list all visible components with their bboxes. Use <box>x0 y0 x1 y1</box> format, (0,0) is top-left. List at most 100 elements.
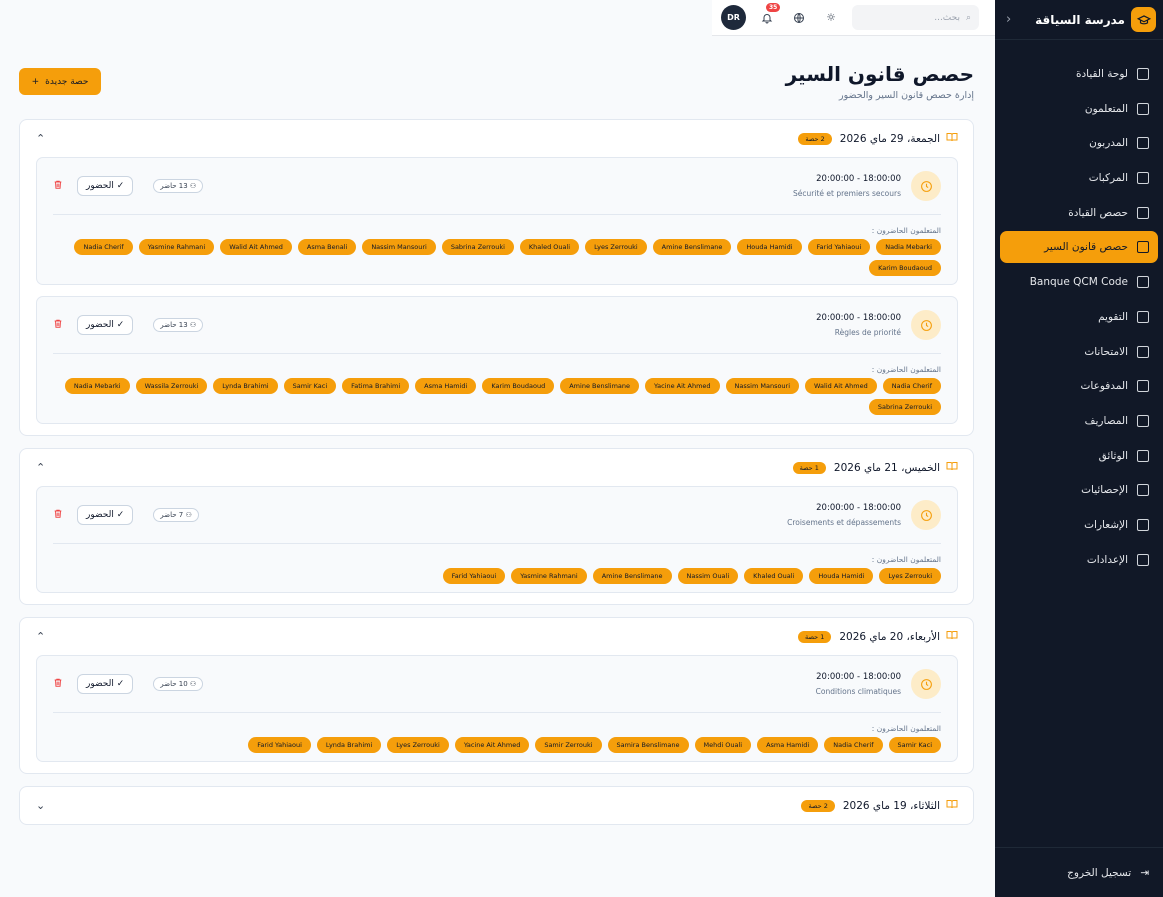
attendance-button[interactable]: ✓ الحضور <box>77 315 134 335</box>
session-topic: Croisements et dépassements <box>787 518 901 527</box>
trash-icon[interactable] <box>53 318 63 332</box>
learner-chip: Nadia Cherif <box>824 737 883 753</box>
learner-chip: Nassim Mansouri <box>362 239 436 255</box>
learner-chip: Walid Ait Ahmed <box>220 239 292 255</box>
learner-chip: Yasmine Rahmani <box>138 239 215 255</box>
present-learners-label: المتعلمون الحاضرون : <box>871 365 941 374</box>
sidebar-item[interactable]: المتعلمون <box>1000 93 1158 125</box>
session-time: 18:00:00 - 20:00:00 <box>816 672 901 682</box>
sidebar-item[interactable]: حصص القيادة <box>1000 197 1158 229</box>
learner-chip: Karim Boudaoud <box>482 378 555 394</box>
attendance-button[interactable]: ✓ الحضور <box>77 505 134 525</box>
car-icon <box>1137 172 1149 185</box>
sidebar-item-label: الإشعارات <box>1084 518 1128 531</box>
day-group-body: 18:00:00 - 20:00:00 Sécurité et premiers … <box>20 157 973 435</box>
learner-chip: Lyes Zerrouki <box>387 737 449 753</box>
session-card: 18:00:00 - 20:00:00 Conditions climatique… <box>36 655 958 762</box>
sidebar-header: مدرسة السياقة ‹ <box>995 0 1163 40</box>
learner-chip: Samir Kaci <box>888 737 941 753</box>
sidebar-item[interactable]: لوحة القيادة <box>1000 58 1158 90</box>
day-group-header[interactable]: الأربعاء، 20 ماي 2026 1 حصة ⌃ <box>20 618 973 655</box>
user-avatar[interactable]: DR <box>721 5 746 30</box>
book-open-icon <box>946 131 958 146</box>
attendance-button[interactable]: ✓ الحضور <box>77 674 134 694</box>
sidebar-item[interactable]: حصص قانون السير <box>1000 231 1158 264</box>
sidebar-item[interactable]: المدربون <box>1000 127 1158 159</box>
session-header: 18:00:00 - 20:00:00 Règles de priorité ⚇ 1… <box>53 297 941 354</box>
chevron-up-icon[interactable]: ⌃ <box>36 132 45 145</box>
notifications-bell-icon[interactable]: 35 <box>756 2 781 29</box>
learner-chip: Nassim Ouali <box>677 568 739 584</box>
sidebar-nav: لوحة القيادة المتعلمون المدربون المركبات حصص… <box>995 40 1163 576</box>
session-topic: Sécurité et premiers secours <box>793 189 901 198</box>
day-group-header[interactable]: الجمعة، 29 ماي 2026 2 حصة ⌃ <box>20 120 973 157</box>
collapse-sidebar-chevron-icon[interactable]: ‹ <box>1002 12 1015 27</box>
file-edit-icon <box>1137 449 1149 462</box>
clipboard-check-icon <box>1137 345 1149 358</box>
book-open-icon <box>946 629 958 644</box>
day-title: الخميس، 21 ماي 2026 <box>833 461 940 474</box>
book-open-icon <box>946 460 958 475</box>
sidebar-item[interactable]: الإعدادات <box>1000 544 1158 576</box>
day-group-body: 18:00:00 - 20:00:00 Conditions climatique… <box>20 655 973 773</box>
chevron-up-icon[interactable]: ⌃ <box>36 461 45 474</box>
learner-chip: Yacine Ait Ahmed <box>645 378 720 394</box>
session-time: 18:00:00 - 20:00:00 <box>816 503 901 513</box>
learner-chip: Nadia Cherif <box>74 239 133 255</box>
sidebar-item-label: الإعدادات <box>1086 553 1128 566</box>
day-group: الأربعاء، 20 ماي 2026 1 حصة ⌃ 18:00:00 - 20… <box>19 617 974 774</box>
sidebar-item[interactable]: Banque QCM Code <box>1000 266 1158 298</box>
day-group: الجمعة، 29 ماي 2026 2 حصة ⌃ 18:00:00 - 20:0… <box>19 119 974 436</box>
session-topic: Règles de priorité <box>834 328 901 337</box>
theme-toggle-sun-icon[interactable]: ☼ <box>820 7 842 29</box>
day-group-header[interactable]: الخميس، 21 ماي 2026 1 حصة ⌃ <box>20 449 973 486</box>
user-check-icon: ✓ <box>113 679 125 689</box>
language-globe-icon[interactable] <box>788 7 810 29</box>
session-topic: Conditions climatiques <box>815 687 901 696</box>
learner-chip: Samira Benslimane <box>607 737 689 753</box>
sidebar-item-label: الوثائق <box>1098 449 1128 462</box>
day-group: الخميس، 21 ماي 2026 1 حصة ⌃ 18:00:00 - 20:0… <box>19 448 974 605</box>
page-header: حصص قانون السير إدارة حصص قانون السير وا… <box>0 36 995 119</box>
trash-icon[interactable] <box>53 179 63 193</box>
search-input[interactable]: ⌕ بحث... <box>852 5 979 30</box>
learner-chips: Samir Kaci Nadia Cherif Asma Hamidi Mehdi O… <box>53 737 941 753</box>
search-placeholder: بحث... <box>934 12 960 23</box>
present-learners-label: المتعلمون الحاضرون : <box>871 724 941 733</box>
trash-icon[interactable] <box>53 508 63 522</box>
new-session-button[interactable]: حصة جديدة + <box>19 68 101 95</box>
sidebar-item[interactable]: الإحصائيات <box>1000 474 1158 506</box>
sidebar-item[interactable]: الإشعارات <box>1000 509 1158 541</box>
attendance-label: الحضور <box>86 679 114 689</box>
sidebar-item[interactable]: الوثائق <box>1000 440 1158 472</box>
day-group-header[interactable]: الثلاثاء، 19 ماي 2026 2 حصة ⌄ <box>20 787 973 824</box>
attendance-button[interactable]: ✓ الحضور <box>77 176 134 196</box>
sidebar-item[interactable]: الامتحانات <box>1000 336 1158 368</box>
learner-chip: Khaled Ouali <box>744 568 804 584</box>
logout-button[interactable]: ⇥ تسجيل الخروج <box>995 847 1163 897</box>
learner-chip: Amine Benslimane <box>652 239 732 255</box>
clock-icon <box>911 669 941 699</box>
sidebar-item[interactable]: المدفوعات <box>1000 370 1158 402</box>
dashboard-icon <box>1137 68 1149 80</box>
clock-icon <box>911 171 941 201</box>
notification-count-badge: 35 <box>766 2 781 12</box>
learner-chip: Lyes Zerrouki <box>879 568 941 584</box>
learner-chip: Nassim Mansouri <box>725 378 800 394</box>
session-count-badge: 2 حصة <box>798 132 832 145</box>
learner-chip: Asma Hamidi <box>757 737 819 753</box>
sidebar-item-label: Banque QCM Code <box>1029 276 1128 289</box>
learner-chips: Lyes Zerrouki Houda Hamidi Khaled Ouali Nas… <box>53 568 941 584</box>
attendance-count-badge: ⚇ 13 حاضر <box>153 179 204 193</box>
learner-chip: Farid Yahiaoui <box>442 568 506 584</box>
topbar: ⌕ بحث... ☼ 35 DR <box>712 0 995 36</box>
trash-icon[interactable] <box>53 677 63 691</box>
sidebar-item[interactable]: المركبات <box>1000 162 1158 194</box>
chevron-up-icon[interactable]: ⌃ <box>36 630 45 643</box>
sidebar-item[interactable]: المصاريف <box>1000 405 1158 437</box>
chevron-down-icon[interactable]: ⌄ <box>36 799 45 812</box>
learner-chip: Samir Kaci <box>283 378 337 394</box>
bar-chart-icon <box>1137 484 1149 497</box>
logout-label: تسجيل الخروج <box>1067 866 1132 879</box>
sidebar-item[interactable]: التقويم <box>1000 301 1158 333</box>
